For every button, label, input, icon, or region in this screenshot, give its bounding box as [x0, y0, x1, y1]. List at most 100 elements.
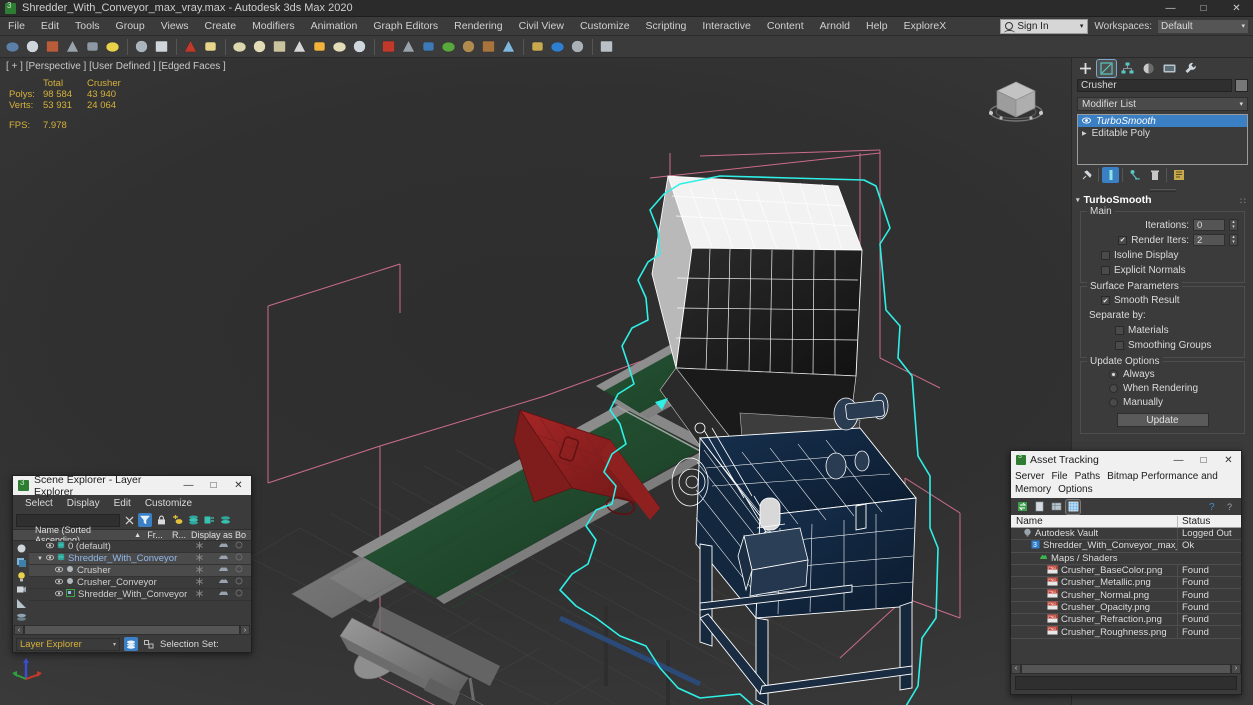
asset-tracking-row[interactable]: PNGCrusher_Refraction.pngFound [1011, 614, 1241, 626]
space-warp-icon[interactable] [399, 37, 418, 56]
asset-tracking-row[interactable]: Maps / Shaders [1011, 553, 1241, 565]
scene-explorer-menu-customize[interactable]: Customize [138, 498, 199, 509]
filter-icon[interactable] [138, 513, 152, 527]
materials-checkbox[interactable] [1115, 326, 1124, 335]
configure-modifier-sets-icon[interactable] [1170, 167, 1187, 183]
renderable-icon[interactable] [211, 589, 235, 600]
cloud-icon[interactable] [23, 37, 42, 56]
expand-arrow-icon[interactable]: ▶ [1082, 130, 1087, 137]
scrollbar-track[interactable] [1021, 664, 1231, 674]
scene-explorer-maximize-button[interactable]: □ [201, 476, 226, 495]
render-iters-input[interactable]: 2 [1193, 234, 1225, 246]
menu-item-modifiers[interactable]: Modifiers [244, 17, 303, 36]
menu-item-explorex[interactable]: ExploreX [896, 17, 955, 36]
asset-tracking-row[interactable]: PNGCrusher_Metallic.pngFound [1011, 577, 1241, 589]
render-production-icon[interactable] [181, 37, 200, 56]
workspaces-select[interactable]: Default ▾ [1157, 19, 1249, 34]
scene-explorer-row[interactable]: Crusher_Conveyor [29, 577, 251, 589]
asset-tracking-menu-options[interactable]: Options [1058, 484, 1092, 495]
menu-item-customize[interactable]: Customize [572, 17, 638, 36]
asset-tracking-row[interactable]: 3Shredder_With_Conveyor_max_vray.maxOk [1011, 540, 1241, 552]
asset-tracking-menu-bitmap-performance-and-memory[interactable]: Bitmap Performance and Memory [1015, 471, 1218, 495]
rail-cameras-icon[interactable] [14, 583, 29, 596]
menu-item-content[interactable]: Content [759, 17, 812, 36]
menu-item-tools[interactable]: Tools [67, 17, 108, 36]
renderable-icon[interactable] [211, 541, 235, 552]
update-button[interactable]: Update [1117, 413, 1209, 427]
asset-status-header[interactable]: Status [1177, 516, 1241, 527]
iterations-input[interactable]: 0 [1193, 219, 1225, 231]
rail-geometry-icon[interactable] [14, 556, 29, 569]
display-tab[interactable] [1160, 60, 1179, 77]
sun-icon[interactable] [310, 37, 329, 56]
scene-explorer-minimize-button[interactable]: — [176, 476, 201, 495]
visibility-icon[interactable] [55, 565, 63, 576]
scroll-right-icon[interactable]: › [1231, 664, 1241, 674]
display-as-box-icon[interactable] [235, 589, 251, 600]
visibility-icon[interactable] [55, 589, 63, 600]
menu-item-graph-editors[interactable]: Graph Editors [365, 17, 446, 36]
object-name-input[interactable]: Crusher [1077, 79, 1232, 92]
view-cube[interactable] [985, 70, 1047, 132]
scene-explorer-row[interactable]: 0 (default) [29, 541, 251, 553]
freeze-icon[interactable] [187, 577, 211, 589]
display-as-box-icon[interactable] [235, 565, 251, 576]
layer-group-icon[interactable] [218, 513, 232, 527]
render-frame-window-icon[interactable] [83, 37, 102, 56]
scroll-left-icon[interactable]: ‹ [1011, 664, 1021, 674]
update-when-rendering-row[interactable]: When Rendering [1087, 383, 1238, 394]
create-tab[interactable] [1076, 60, 1095, 77]
menu-item-group[interactable]: Group [108, 17, 153, 36]
renderable-icon[interactable] [211, 577, 235, 588]
teapot-icon[interactable] [3, 37, 22, 56]
close-button[interactable]: ✕ [1220, 0, 1253, 17]
smoothing-groups-checkbox[interactable] [1115, 341, 1124, 350]
layer-properties-icon[interactable] [202, 513, 216, 527]
modifier-stack-item[interactable]: ▶Editable Poly [1078, 127, 1247, 139]
rail-lights-icon[interactable] [14, 570, 29, 583]
camera-icon[interactable] [132, 37, 151, 56]
modifier-stack-item[interactable]: TurboSmooth [1078, 115, 1247, 127]
update-always-radio[interactable] [1109, 370, 1118, 379]
render-icon[interactable] [548, 37, 567, 56]
scene-explorer-row[interactable]: Crusher [29, 565, 251, 577]
motion-tab[interactable] [1139, 60, 1158, 77]
isoline-display-checkbox[interactable] [1101, 251, 1110, 260]
menu-item-create[interactable]: Create [197, 17, 245, 36]
menu-item-help[interactable]: Help [858, 17, 896, 36]
menu-item-edit[interactable]: Edit [33, 17, 67, 36]
scrollbar-track[interactable] [24, 625, 240, 635]
asset-tracking-row[interactable]: PNGCrusher_BaseColor.pngFound [1011, 565, 1241, 577]
layers-icon[interactable] [186, 513, 200, 527]
modifier-stack[interactable]: TurboSmooth▶Editable Poly [1077, 114, 1248, 165]
visibility-icon[interactable] [55, 577, 63, 588]
rail-layers-icon[interactable] [14, 611, 29, 624]
maximize-button[interactable]: □ [1187, 0, 1220, 17]
menu-item-views[interactable]: Views [153, 17, 197, 36]
scene-explorer-row[interactable]: ▼Shredder_With_Conveyor [29, 553, 251, 565]
modifier-list-dropdown[interactable]: Modifier List ▾ [1077, 97, 1248, 111]
asset-tracking-row[interactable]: Autodesk VaultLogged Out [1011, 528, 1241, 540]
column-frozen-header[interactable]: Fr... [143, 530, 167, 540]
scroll-right-icon[interactable]: › [240, 625, 250, 635]
box-icon[interactable] [201, 37, 220, 56]
scene-explorer-list[interactable]: 0 (default)▼Shredder_With_ConveyorCrushe… [29, 541, 251, 624]
renderable-icon[interactable] [211, 565, 235, 576]
visibility-icon[interactable] [46, 541, 54, 552]
asset-tracking-list[interactable]: Autodesk VaultLogged Out3Shredder_With_C… [1011, 528, 1241, 663]
asset-tracking-row[interactable]: PNGCrusher_Opacity.pngFound [1011, 602, 1241, 614]
menu-item-arnold[interactable]: Arnold [812, 17, 858, 36]
modify-tab[interactable] [1097, 60, 1116, 77]
cylinder-icon[interactable] [250, 37, 269, 56]
add-layer-icon[interactable] [170, 513, 184, 527]
rail-helpers-icon[interactable] [14, 597, 29, 610]
animal-icon[interactable] [459, 37, 478, 56]
freeze-icon[interactable] [187, 541, 211, 553]
display-as-box-icon[interactable] [235, 553, 251, 564]
scroll-left-icon[interactable]: ‹ [14, 625, 24, 635]
sphere2-icon[interactable] [330, 37, 349, 56]
explicit-normals-row[interactable]: Explicit Normals [1087, 265, 1238, 276]
update-manually-radio[interactable] [1109, 398, 1118, 407]
smoothing-groups-row[interactable]: Smoothing Groups [1087, 340, 1238, 351]
scene-explorer-close-button[interactable]: ✕ [226, 476, 251, 495]
